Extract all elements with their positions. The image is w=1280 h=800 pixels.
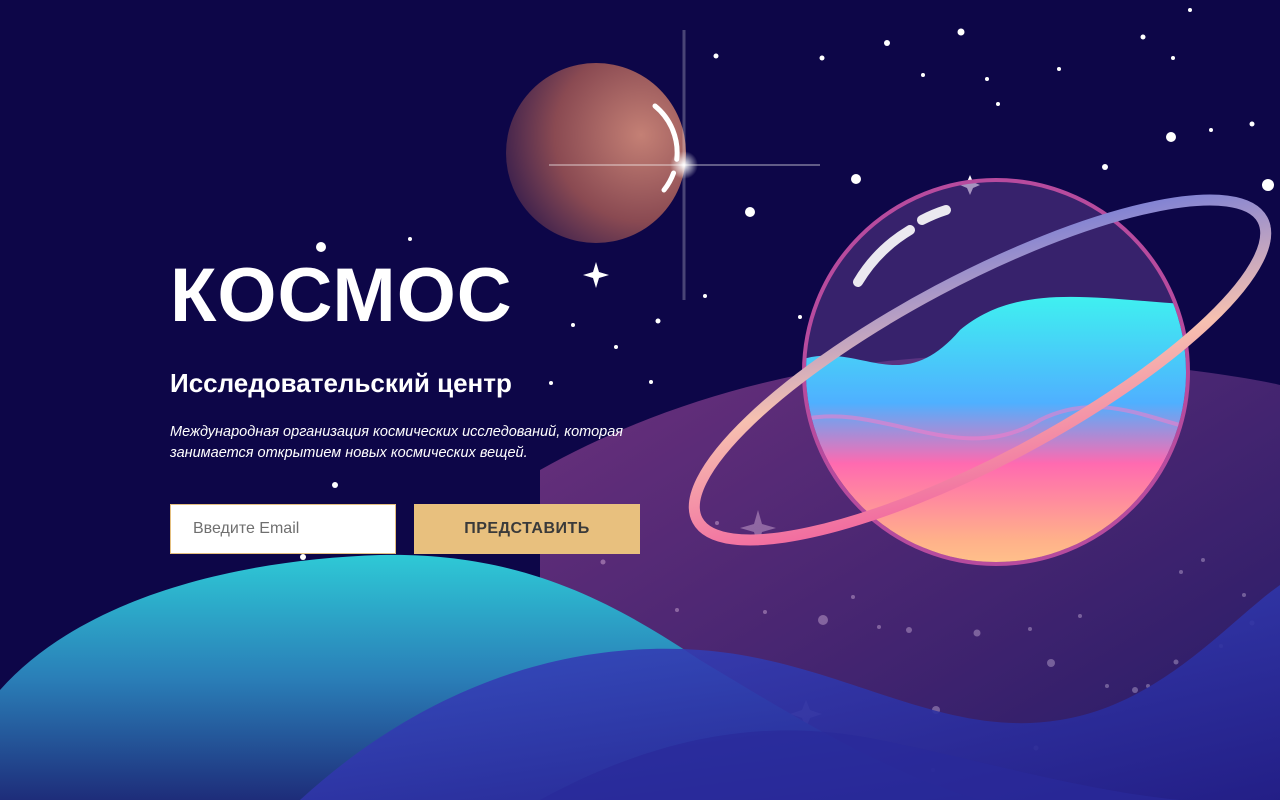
space-background <box>0 8 1280 800</box>
email-field[interactable] <box>170 504 396 554</box>
red-planet <box>506 63 686 243</box>
page-description: Международная организация космических ис… <box>170 424 624 461</box>
page-title: КОСМОС <box>170 253 513 338</box>
page-subtitle: Исследовательский центр <box>170 368 512 398</box>
submit-button[interactable]: ПРЕДСТАВИТЬ <box>414 504 640 554</box>
space-scene: КОСМОС Исследовательский центр Междунаро… <box>0 0 1280 800</box>
